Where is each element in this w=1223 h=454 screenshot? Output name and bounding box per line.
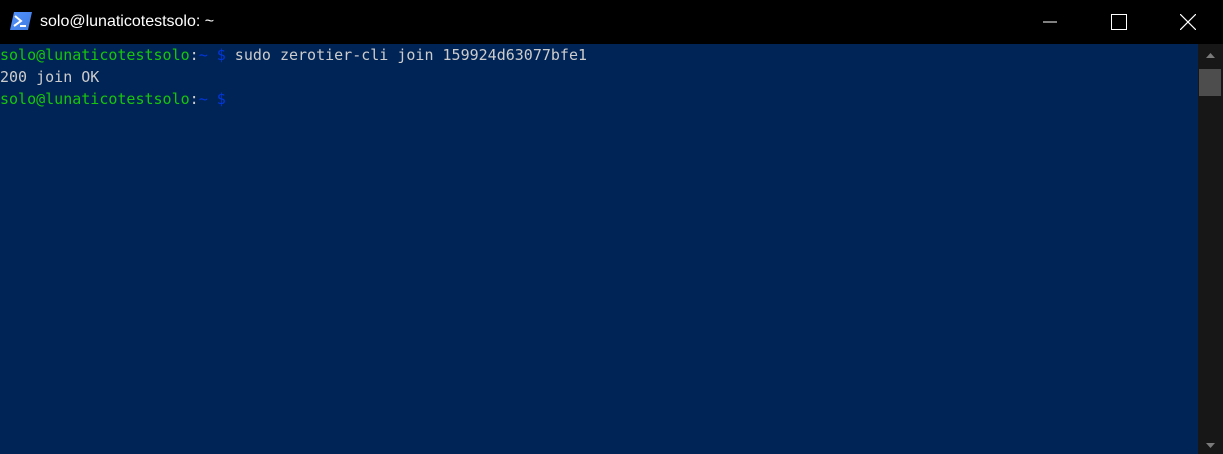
minimize-icon xyxy=(1043,21,1057,23)
scroll-up-button[interactable] xyxy=(1198,44,1223,66)
prompt-path: ~ $ xyxy=(198,46,226,64)
maximize-button[interactable] xyxy=(1096,0,1142,44)
prompt-user-host: solo@lunaticotestsolo xyxy=(0,46,190,64)
command-text: sudo zerotier-cli join 159924d63077bfe1 xyxy=(225,46,588,64)
terminal-line: solo@lunaticotestsolo:~ $ xyxy=(0,88,226,110)
terminal-line: 200 join OK xyxy=(0,66,99,88)
command-output: 200 join OK xyxy=(0,68,100,86)
scroll-down-button[interactable] xyxy=(1198,436,1223,454)
terminal-output[interactable]: solo@lunaticotestsolo:~ $ sudo zerotier-… xyxy=(0,44,1198,454)
prompt-separator: : xyxy=(189,90,199,108)
scroll-up-arrow-icon xyxy=(1206,52,1215,58)
prompt-user-host: solo@lunaticotestsolo xyxy=(0,90,190,108)
vertical-scrollbar[interactable] xyxy=(1198,44,1223,454)
close-button[interactable] xyxy=(1165,0,1211,44)
window-title: solo@lunaticotestsolo: ~ xyxy=(40,13,215,30)
prompt-path: ~ $ xyxy=(198,90,226,108)
powershell-icon[interactable] xyxy=(10,12,32,30)
scroll-thumb[interactable] xyxy=(1199,69,1221,96)
title-bar[interactable]: solo@lunaticotestsolo: ~ xyxy=(0,0,1223,44)
scroll-down-arrow-icon xyxy=(1206,442,1215,448)
maximize-icon xyxy=(1111,14,1127,30)
terminal-window: solo@lunaticotestsolo: ~ solo@lunaticote… xyxy=(0,0,1223,454)
minimize-button[interactable] xyxy=(1027,0,1073,44)
terminal-line: solo@lunaticotestsolo:~ $ sudo zerotier-… xyxy=(0,44,587,66)
prompt-separator: : xyxy=(189,46,199,64)
close-icon xyxy=(1180,14,1196,30)
